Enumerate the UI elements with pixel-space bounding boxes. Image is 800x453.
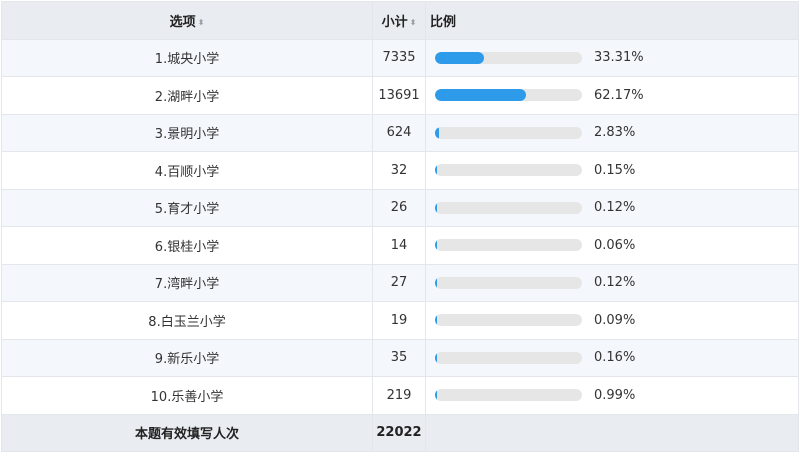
option-label: 5.育才小学 bbox=[1, 188, 373, 227]
table-header-row: 选项 ⬍ 小计 ⬍ 比例 bbox=[1, 1, 799, 40]
count-value: 19 bbox=[372, 301, 426, 340]
table-row: 10.乐善小学 219 0.99% bbox=[1, 376, 799, 415]
count-value: 624 bbox=[372, 113, 426, 152]
option-label: 6.银桂小学 bbox=[1, 226, 373, 265]
option-label: 10.乐善小学 bbox=[1, 376, 373, 415]
table-row: 3.景明小学 624 2.83% bbox=[1, 113, 799, 152]
percent-value: 62.17% bbox=[594, 87, 644, 103]
percent-value: 0.99% bbox=[594, 387, 636, 403]
percent-value: 0.15% bbox=[594, 162, 636, 178]
ratio-wrapper: 0.12% bbox=[431, 190, 798, 227]
count-value: 32 bbox=[372, 151, 426, 190]
ratio-wrapper: 0.12% bbox=[431, 265, 798, 302]
progress-bar-fill bbox=[435, 126, 440, 139]
option-label: 1.城央小学 bbox=[1, 38, 373, 77]
table-body: 1.城央小学 7335 33.31% 2.湖畔小学 13691 62.17% 3.景明小学 6… bbox=[1, 38, 799, 415]
results-panel: 选项 ⬍ 小计 ⬍ 比例 1.城央小学 7335 33.31% 2.湖畔小学 13691 62… bbox=[1, 1, 799, 452]
footer-total: 22022 bbox=[372, 413, 426, 452]
progress-bar-fill bbox=[435, 164, 437, 177]
progress-bar-fill bbox=[435, 239, 437, 252]
ratio-wrapper: 2.83% bbox=[431, 115, 798, 152]
column-header-option[interactable]: 选项 ⬍ bbox=[1, 1, 373, 40]
column-header-ratio-label: 比例 bbox=[430, 14, 457, 30]
progress-bar-fill bbox=[435, 276, 437, 289]
table-row: 1.城央小学 7335 33.31% bbox=[1, 38, 799, 77]
table-row: 6.银桂小学 14 0.06% bbox=[1, 226, 799, 265]
table-row: 8.白玉兰小学 19 0.09% bbox=[1, 301, 799, 340]
percent-value: 0.16% bbox=[594, 350, 636, 366]
column-header-ratio: 比例 bbox=[425, 1, 799, 40]
progress-bar-track bbox=[435, 89, 582, 102]
ratio-cell: 0.12% bbox=[425, 188, 799, 227]
progress-bar-fill bbox=[435, 389, 437, 402]
ratio-wrapper: 33.31% bbox=[431, 40, 798, 77]
table-row: 2.湖畔小学 13691 62.17% bbox=[1, 76, 799, 115]
ratio-wrapper: 0.09% bbox=[431, 302, 798, 339]
progress-bar-fill bbox=[435, 51, 484, 64]
progress-bar-track bbox=[435, 126, 582, 139]
progress-bar-track bbox=[435, 51, 582, 64]
ratio-cell: 0.99% bbox=[425, 376, 799, 415]
count-value: 13691 bbox=[372, 76, 426, 115]
progress-bar-fill bbox=[435, 89, 527, 102]
ratio-cell: 62.17% bbox=[425, 76, 799, 115]
ratio-wrapper: 62.17% bbox=[431, 77, 798, 114]
ratio-wrapper: 0.06% bbox=[431, 227, 798, 264]
option-label: 8.白玉兰小学 bbox=[1, 301, 373, 340]
footer-blank bbox=[425, 413, 799, 452]
table-row: 9.新乐小学 35 0.16% bbox=[1, 338, 799, 377]
table-row: 4.百顺小学 32 0.15% bbox=[1, 151, 799, 190]
option-label: 3.景明小学 bbox=[1, 113, 373, 152]
count-value: 26 bbox=[372, 188, 426, 227]
column-header-count-label: 小计 bbox=[381, 14, 408, 30]
progress-bar-track bbox=[435, 351, 582, 364]
ratio-wrapper: 0.16% bbox=[431, 340, 798, 377]
percent-value: 0.12% bbox=[594, 275, 636, 291]
option-label: 7.湾畔小学 bbox=[1, 263, 373, 302]
option-label: 9.新乐小学 bbox=[1, 338, 373, 377]
ratio-cell: 0.09% bbox=[425, 301, 799, 340]
option-label: 2.湖畔小学 bbox=[1, 76, 373, 115]
percent-value: 2.83% bbox=[594, 125, 636, 141]
ratio-wrapper: 0.15% bbox=[431, 152, 798, 189]
ratio-cell: 0.06% bbox=[425, 226, 799, 265]
results-table: 选项 ⬍ 小计 ⬍ 比例 1.城央小学 7335 33.31% 2.湖畔小学 13691 62… bbox=[1, 1, 799, 452]
progress-bar-track bbox=[435, 276, 582, 289]
sort-updown-icon[interactable]: ⬍ bbox=[410, 18, 417, 27]
table-row: 7.湾畔小学 27 0.12% bbox=[1, 263, 799, 302]
ratio-cell: 0.16% bbox=[425, 338, 799, 377]
column-header-count[interactable]: 小计 ⬍ bbox=[372, 1, 426, 40]
count-value: 219 bbox=[372, 376, 426, 415]
progress-bar-track bbox=[435, 389, 582, 402]
ratio-cell: 2.83% bbox=[425, 113, 799, 152]
progress-bar-fill bbox=[435, 201, 437, 214]
progress-bar-fill bbox=[435, 314, 437, 327]
percent-value: 0.06% bbox=[594, 237, 636, 253]
option-label: 4.百顺小学 bbox=[1, 151, 373, 190]
ratio-cell: 33.31% bbox=[425, 38, 799, 77]
column-header-option-label: 选项 bbox=[169, 14, 196, 30]
count-value: 35 bbox=[372, 338, 426, 377]
table-row: 5.育才小学 26 0.12% bbox=[1, 188, 799, 227]
sort-updown-icon[interactable]: ⬍ bbox=[198, 18, 205, 27]
count-value: 27 bbox=[372, 263, 426, 302]
progress-bar-track bbox=[435, 239, 582, 252]
progress-bar-track bbox=[435, 201, 582, 214]
progress-bar-fill bbox=[435, 351, 437, 364]
progress-bar-track bbox=[435, 314, 582, 327]
percent-value: 0.09% bbox=[594, 312, 636, 328]
progress-bar-track bbox=[435, 164, 582, 177]
table-footer-row: 本题有效填写人次 22022 bbox=[1, 413, 799, 452]
count-value: 7335 bbox=[372, 38, 426, 77]
ratio-cell: 0.12% bbox=[425, 263, 799, 302]
footer-label: 本题有效填写人次 bbox=[1, 413, 373, 452]
percent-value: 0.12% bbox=[594, 200, 636, 216]
count-value: 14 bbox=[372, 226, 426, 265]
percent-value: 33.31% bbox=[594, 50, 644, 66]
ratio-cell: 0.15% bbox=[425, 151, 799, 190]
ratio-wrapper: 0.99% bbox=[431, 377, 798, 414]
